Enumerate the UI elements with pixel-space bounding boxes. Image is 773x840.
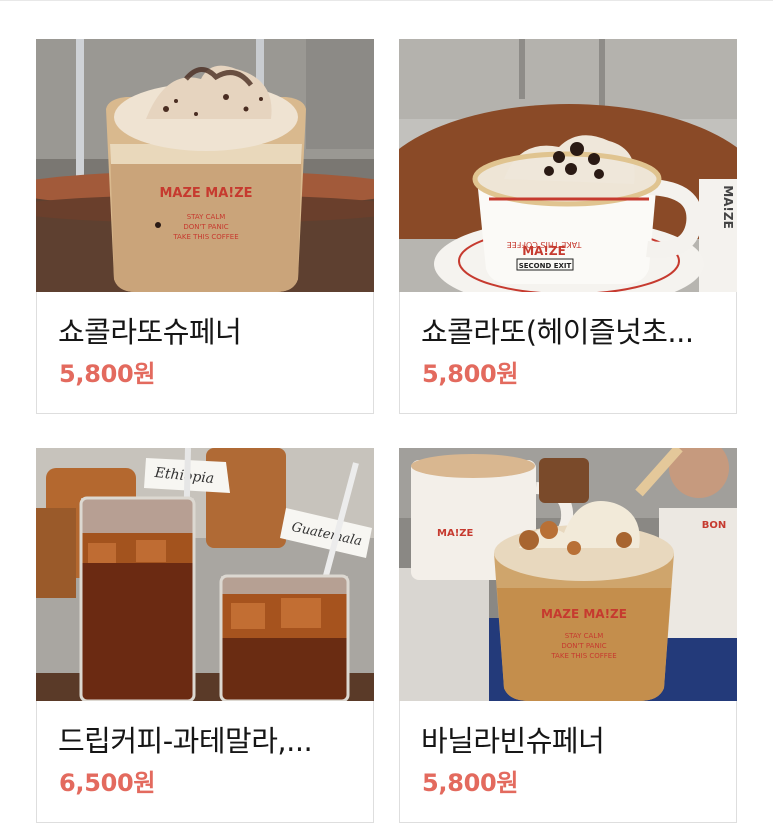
product-price: 5,800원 [422, 360, 519, 388]
cup-slogan-1: STAY CALM [187, 213, 226, 221]
cup-brand-text: MAZE MA!ZE [159, 186, 252, 201]
product-image: MA!ZE TAKE THIS COFFEE MA!ZE SECOND EXIT [399, 39, 737, 292]
cup-slogan-3: TAKE THIS COFFEE [172, 233, 238, 241]
product-name: 쇼콜라또(헤이즐넛초... [421, 315, 694, 349]
product-price: 5,800원 [422, 769, 519, 797]
plate-text: BON [702, 520, 727, 531]
product-card[interactable]: MAZE MA!ZE STAY CALM DON'T PANIC TAKE TH… [36, 39, 374, 414]
product-name: 드립커피-과테말라,... [58, 724, 313, 758]
product-name: 쇼콜라또슈페너 [58, 315, 242, 349]
cup-slogan-3: TAKE THIS COFFEE [550, 652, 616, 660]
cup-slogan-2: DON'T PANIC [183, 223, 228, 231]
cup-brand-text: MAZE MA!ZE [541, 607, 627, 621]
product-image: BON MA!ZE MAZE MA!ZE STAY CALM DON'T PAN… [399, 448, 737, 701]
cup-slogan-2: DON'T PANIC [561, 642, 606, 650]
product-price: 5,800원 [59, 360, 156, 388]
product-price: 6,500원 [59, 769, 156, 797]
cup-slogan-1: STAY CALM [565, 632, 604, 640]
product-image: Ethiopia Guatemala [36, 448, 374, 701]
top-divider [0, 0, 773, 1]
cup-subtitle: SECOND EXIT [519, 262, 572, 270]
product-image: MAZE MA!ZE STAY CALM DON'T PANIC TAKE TH… [36, 39, 374, 292]
cup-brand-text: MA!ZE [522, 244, 566, 258]
product-card[interactable]: Ethiopia Guatemala 드립커피-과테말라,... 6,500원 [36, 448, 374, 823]
product-card[interactable]: BON MA!ZE MAZE MA!ZE STAY CALM DON'T PAN… [399, 448, 737, 823]
paper-brand-text: MA!ZE [721, 185, 735, 229]
mug-brand-text: MA!ZE [437, 528, 474, 539]
product-card[interactable]: MA!ZE TAKE THIS COFFEE MA!ZE SECOND EXIT… [399, 39, 737, 414]
product-name: 바닐라빈슈페너 [421, 724, 605, 758]
